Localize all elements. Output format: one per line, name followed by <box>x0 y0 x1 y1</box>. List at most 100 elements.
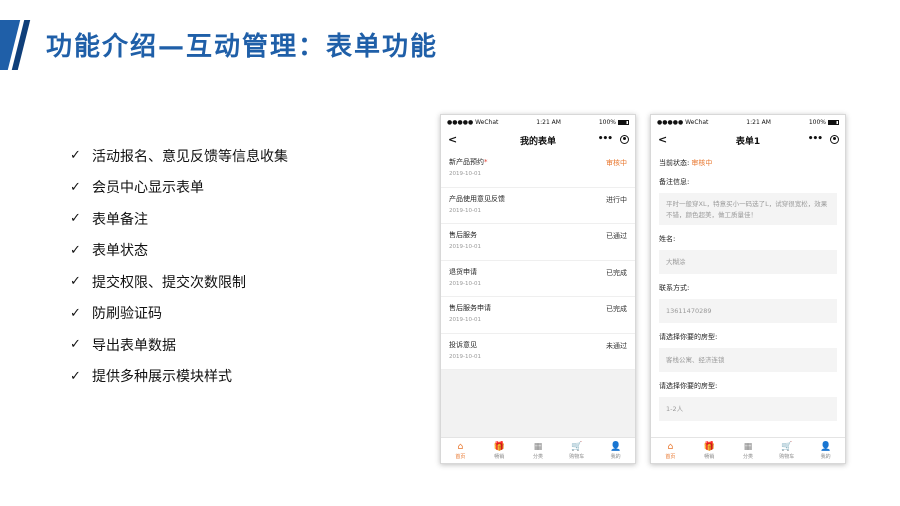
form-list-row[interactable]: 新产品预约* 2019-10-01 审核中 <box>441 151 635 188</box>
more-icon[interactable]: ••• <box>808 134 823 144</box>
grid-icon: ▦ <box>743 441 753 452</box>
tab-bestsellers[interactable]: 🎁 畅销 <box>480 438 519 463</box>
tab-cart[interactable]: 🛒 购物车 <box>557 438 596 463</box>
mini-program-capsule[interactable]: ••• <box>598 134 629 144</box>
cart-icon: 🛒 <box>571 441 583 452</box>
form-name: 投诉意见 <box>449 340 477 349</box>
form-status: 审核中 <box>606 159 627 167</box>
tab-label: 首页 <box>665 453 676 460</box>
status-bar: ●●●●● WeChat 1:21 AM 100% <box>651 115 845 129</box>
form-list-row[interactable]: 售后服务 2019-10-01 已通过 <box>441 224 635 261</box>
feature-text: 表单备注 <box>92 211 148 228</box>
tab-label: 首页 <box>455 453 466 460</box>
feature-item: ✓ 表单状态 <box>70 235 288 267</box>
current-status: 当前状态: 审核中 <box>659 158 837 168</box>
field-label-name: 姓名: <box>659 235 676 243</box>
feature-item: ✓ 表单备注 <box>70 203 288 235</box>
required-mark: * <box>484 158 488 166</box>
feature-item: ✓ 提交权限、提交次数限制 <box>70 266 288 298</box>
form-date: 2019-10-01 <box>449 171 481 177</box>
feature-item: ✓ 提供多种展示模块样式 <box>70 361 288 393</box>
check-icon: ✓ <box>70 179 81 195</box>
battery-icon <box>828 119 839 125</box>
contact-field[interactable]: 13611470289 <box>659 299 837 323</box>
feature-text: 提供多种展示模块样式 <box>92 369 232 386</box>
tab-cart[interactable]: 🛒 购物车 <box>767 438 806 463</box>
form-name: 退货申请 <box>449 267 477 276</box>
nav-title: 我的表单 <box>519 136 556 147</box>
form-name: 新产品预约 <box>449 158 484 166</box>
form-status: 已完成 <box>606 305 627 313</box>
form-detail: 当前状态: 审核中 备注信息: 平时一般穿XL，特意买小一码选了L，试穿很宽松，效… <box>651 158 845 421</box>
grid-icon: ▦ <box>533 441 543 452</box>
battery-icon <box>618 119 629 125</box>
tab-bestsellers[interactable]: 🎁 畅销 <box>690 438 729 463</box>
phone-form-detail: ●●●●● WeChat 1:21 AM 100% < 表单1 ••• 当前状态… <box>650 114 846 464</box>
check-icon: ✓ <box>70 337 81 353</box>
mini-program-capsule[interactable]: ••• <box>808 134 839 144</box>
battery-label: 100% <box>598 118 616 126</box>
tab-label: 畅销 <box>704 453 715 460</box>
tab-bar: ⌂ 首页 🎁 畅销 ▦ 分类 🛒 购物车 👤 我的 <box>651 437 845 463</box>
form-list-row[interactable]: 投诉意见 2019-10-01 未通过 <box>441 334 635 370</box>
more-icon[interactable]: ••• <box>598 134 613 144</box>
feature-text: 会员中心显示表单 <box>92 180 204 197</box>
form-list-row[interactable]: 退货申请 2019-10-01 已完成 <box>441 261 635 297</box>
status-time: 1:21 AM <box>746 118 771 126</box>
check-icon: ✓ <box>70 274 81 290</box>
check-icon: ✓ <box>70 211 81 227</box>
room-type-field[interactable]: 客栈公寓、经济连锁 <box>659 348 837 372</box>
tab-home[interactable]: ⌂ 首页 <box>651 438 690 463</box>
home-icon: ⌂ <box>667 441 674 452</box>
phone-my-forms: ●●●●● WeChat 1:21 AM 100% < 我的表单 ••• 新产品… <box>440 114 636 464</box>
status-label: 当前状态: <box>659 159 690 167</box>
feature-text: 表单状态 <box>92 243 148 260</box>
feature-text: 导出表单数据 <box>92 337 176 354</box>
gift-icon: 🎁 <box>493 441 505 452</box>
tab-categories[interactable]: ▦ 分类 <box>519 438 558 463</box>
gift-icon: 🎁 <box>703 441 715 452</box>
form-list-row[interactable]: 产品使用意见反馈 2019-10-01 进行中 <box>441 188 635 224</box>
status-value: 审核中 <box>691 159 713 167</box>
form-list: 新产品预约* 2019-10-01 审核中 产品使用意见反馈 2019-10-01 … <box>441 151 635 370</box>
form-status: 进行中 <box>606 195 627 204</box>
tab-label: 我的 <box>610 453 621 460</box>
close-target-icon[interactable] <box>830 134 839 144</box>
feature-item: ✓ 防刷验证码 <box>70 298 288 330</box>
feature-text: 防刷验证码 <box>92 306 162 323</box>
feature-item: ✓ 导出表单数据 <box>70 329 288 361</box>
tab-label: 购物车 <box>569 453 585 460</box>
nav-bar: < 表单1 ••• <box>651 129 845 151</box>
form-status: 未通过 <box>606 341 627 350</box>
tab-profile[interactable]: 👤 我的 <box>806 438 845 463</box>
tab-home[interactable]: ⌂ 首页 <box>441 438 480 463</box>
cart-icon: 🛒 <box>781 441 793 452</box>
feature-list: ✓ 活动报名、意见反馈等信息收集 ✓ 会员中心显示表单 ✓ 表单备注 ✓ 表单状态 ✓ 提… <box>70 140 288 392</box>
form-list-row[interactable]: 售后服务申请 2019-10-01 已完成 <box>441 297 635 334</box>
tab-label: 畅销 <box>494 453 505 460</box>
back-icon[interactable]: < <box>448 134 457 145</box>
field-label-room-type: 请选择你要的房型: <box>659 333 718 341</box>
note-field[interactable]: 平时一般穿XL，特意买小一码选了L，试穿很宽松，效果不错，颜色超美，做工质量佳！ <box>659 193 837 225</box>
form-name: 产品使用意见反馈 <box>449 194 505 203</box>
tab-label: 购物车 <box>779 453 795 460</box>
user-icon: 👤 <box>819 441 832 452</box>
tab-bar: ⌂ 首页 🎁 畅销 ▦ 分类 🛒 购物车 👤 我的 <box>441 437 635 463</box>
tab-profile[interactable]: 👤 我的 <box>596 438 635 463</box>
form-date: 2019-10-01 <box>449 207 481 214</box>
field-label-contact: 联系方式: <box>659 284 690 292</box>
name-field[interactable]: 大糊涂 <box>659 250 837 274</box>
feature-item: ✓ 活动报名、意见反馈等信息收集 <box>70 140 288 172</box>
form-name: 售后服务 <box>449 231 477 239</box>
slide-title: 功能介绍—互动管理：表单功能 <box>46 32 439 62</box>
close-target-icon[interactable] <box>620 134 629 144</box>
tab-label: 分类 <box>532 453 543 460</box>
tab-categories[interactable]: ▦ 分类 <box>729 438 768 463</box>
check-icon: ✓ <box>70 368 81 384</box>
tab-label: 分类 <box>742 453 753 460</box>
room-size-field[interactable]: 1-2人 <box>659 397 837 421</box>
status-time: 1:21 AM <box>536 118 561 126</box>
form-date: 2019-10-01 <box>449 280 481 287</box>
back-icon[interactable]: < <box>658 134 667 145</box>
form-name: 售后服务申请 <box>449 304 491 312</box>
